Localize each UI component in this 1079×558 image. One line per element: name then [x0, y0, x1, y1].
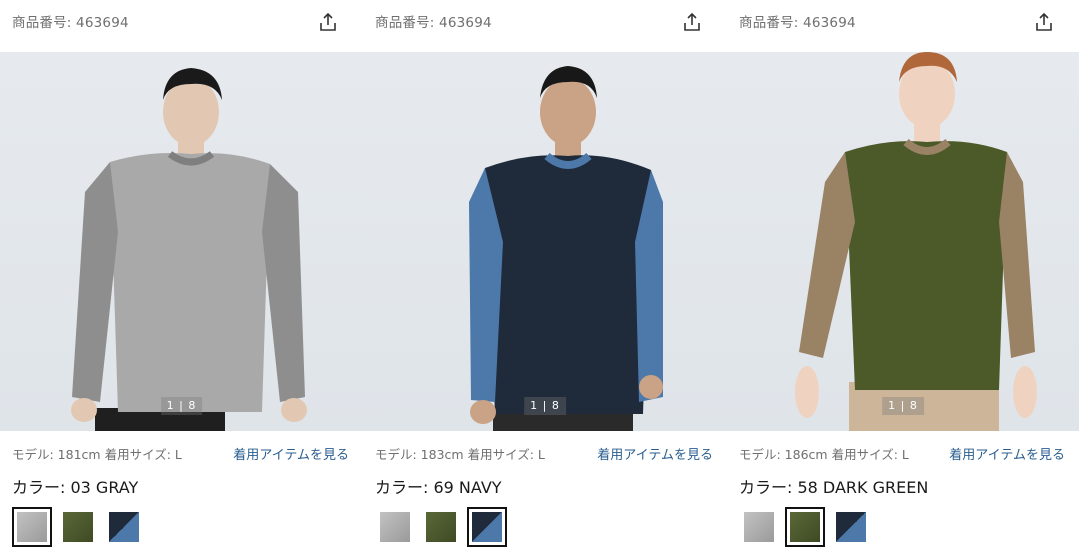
product-id: 商品番号: 463694 — [12, 15, 129, 31]
swatch-navy[interactable] — [467, 507, 507, 547]
view-worn-items-link[interactable]: 着用アイテムを見る — [233, 444, 349, 463]
product-panel-navy: 商品番号: 463694 1 | 8 モデル: 183cm 着用サイズ: L 着… — [363, 0, 727, 558]
product-panel-gray: 商品番号: 463694 1 | 8 モデル: 181cm 着用サイズ: L 着… — [0, 0, 363, 558]
model-info: モデル: 186cm 着用サイズ: L — [739, 447, 909, 462]
swatch-dark-green[interactable] — [421, 507, 461, 547]
model-figure — [71, 68, 307, 431]
image-counter: 1 | 8 — [524, 397, 566, 415]
share-icon[interactable] — [683, 12, 701, 32]
model-info-row: モデル: 183cm 着用サイズ: L 着用アイテムを見る — [375, 444, 713, 463]
swatch-dark-green[interactable] — [58, 507, 98, 547]
color-swatches — [739, 507, 877, 547]
share-icon[interactable] — [1035, 12, 1053, 32]
product-photo[interactable]: 1 | 8 — [0, 52, 363, 431]
color-swatches — [375, 507, 513, 547]
view-worn-items-link[interactable]: 着用アイテムを見る — [597, 444, 713, 463]
swatch-gray[interactable] — [375, 507, 415, 547]
model-figure — [795, 52, 1037, 431]
swatch-gray[interactable] — [12, 507, 52, 547]
product-id: 商品番号: 463694 — [375, 15, 492, 31]
color-label: カラー: 03 GRAY — [12, 478, 139, 497]
panel-header: 商品番号: 463694 — [12, 12, 351, 32]
color-label: カラー: 58 DARK GREEN — [739, 478, 929, 497]
swatch-dark-green[interactable] — [785, 507, 825, 547]
model-info: モデル: 183cm 着用サイズ: L — [375, 447, 545, 462]
color-label: カラー: 69 NAVY — [375, 478, 502, 497]
panel-header: 商品番号: 463694 — [739, 12, 1067, 32]
swatch-navy[interactable] — [104, 507, 144, 547]
swatch-gray[interactable] — [739, 507, 779, 547]
panel-header: 商品番号: 463694 — [375, 12, 715, 32]
share-icon[interactable] — [319, 12, 337, 32]
product-id: 商品番号: 463694 — [739, 15, 856, 31]
image-counter: 1 | 8 — [160, 397, 203, 415]
product-panel-dark-green: 商品番号: 463694 1 | 8 モデル: 186cm 着用サイズ: L 着… — [727, 0, 1079, 558]
view-worn-items-link[interactable]: 着用アイテムを見る — [949, 444, 1065, 463]
swatch-navy[interactable] — [831, 507, 871, 547]
image-counter: 1 | 8 — [882, 397, 924, 415]
model-info-row: モデル: 186cm 着用サイズ: L 着用アイテムを見る — [739, 444, 1065, 463]
model-info-row: モデル: 181cm 着用サイズ: L 着用アイテムを見る — [12, 444, 349, 463]
product-photo[interactable]: 1 | 8 — [363, 52, 727, 431]
product-photo[interactable]: 1 | 8 — [727, 52, 1079, 431]
color-swatches — [12, 507, 150, 547]
model-figure — [469, 66, 663, 431]
model-info: モデル: 181cm 着用サイズ: L — [12, 447, 182, 462]
